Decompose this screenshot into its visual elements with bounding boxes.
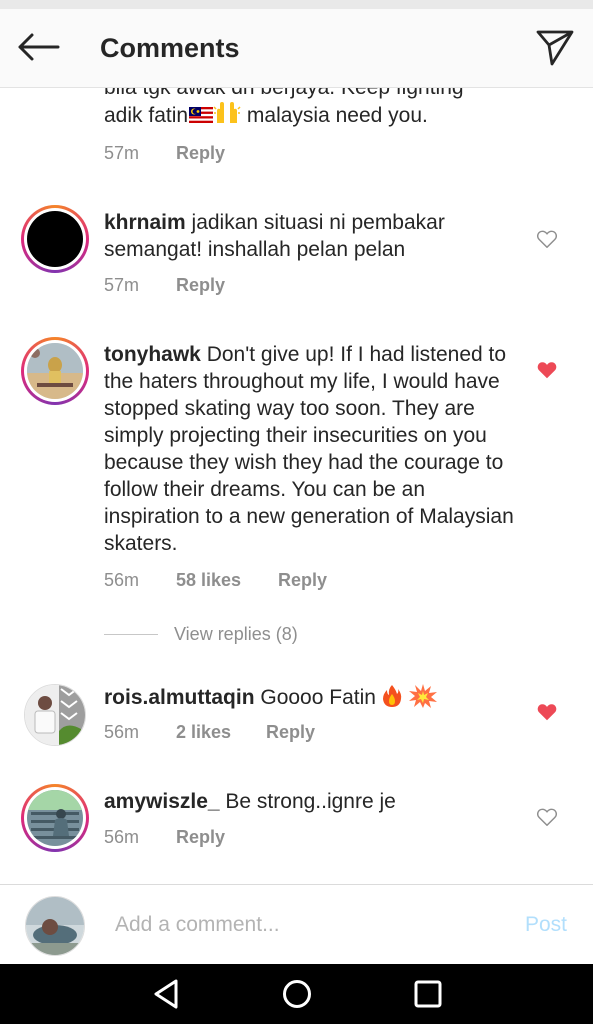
comment-meta: 56m 58 likes Reply xyxy=(104,569,327,591)
comment-text: amywiszle_ Be strong..ignre je xyxy=(104,788,514,815)
reply-button[interactable]: Reply xyxy=(266,721,315,743)
comment-time: 57m xyxy=(104,143,140,163)
send-icon xyxy=(536,30,574,66)
comment-time: 56m xyxy=(104,570,140,590)
avatar[interactable] xyxy=(24,684,86,746)
fire-emoji-icon xyxy=(382,685,401,707)
home-circle-icon xyxy=(283,980,311,1008)
comment-meta: 57m Reply xyxy=(104,274,225,296)
avatar-image xyxy=(27,343,83,399)
comments-list[interactable]: bila tgk awak dh berjaya. Keep fighting … xyxy=(0,88,593,884)
home-nav-button[interactable] xyxy=(279,976,315,1012)
back-arrow-icon xyxy=(18,33,60,61)
avatar[interactable] xyxy=(21,784,89,852)
comment-body: Be strong..ignre je xyxy=(219,790,396,813)
view-replies-button[interactable]: View replies (8) xyxy=(104,624,298,645)
comment-time: 56m xyxy=(104,722,140,742)
direct-message-button[interactable] xyxy=(533,27,577,67)
username[interactable]: rois.almuttaqin xyxy=(104,686,255,709)
comment-text: rois.almuttaqin Goooo Fatin xyxy=(104,683,514,711)
like-heart-outline-icon[interactable] xyxy=(536,228,558,250)
comment-text-line: bila tgk awak dh berjaya. Keep fighting xyxy=(104,88,464,99)
avatar[interactable] xyxy=(21,337,89,405)
android-nav-bar xyxy=(0,964,593,1024)
comment-composer: Post xyxy=(0,884,593,964)
header: Comments xyxy=(0,9,593,88)
recents-square-icon xyxy=(414,980,442,1008)
divider xyxy=(104,634,158,635)
reply-button[interactable]: Reply xyxy=(176,142,225,164)
malaysia-flag-icon xyxy=(189,107,214,123)
reply-button[interactable]: Reply xyxy=(278,569,327,591)
status-bar xyxy=(0,0,593,9)
comment-time: 56m xyxy=(104,827,140,847)
view-replies-label: View replies (8) xyxy=(174,624,298,644)
back-triangle-icon xyxy=(154,979,178,1009)
username[interactable]: amywiszle_ xyxy=(104,790,220,813)
back-nav-button[interactable] xyxy=(148,976,184,1012)
username[interactable]: tonyhawk xyxy=(104,343,201,366)
my-avatar xyxy=(25,896,85,956)
recents-nav-button[interactable] xyxy=(410,976,446,1012)
like-heart-filled-icon[interactable] xyxy=(536,359,558,381)
collision-emoji-icon xyxy=(408,684,437,708)
comment-text-line: adik fatin xyxy=(104,104,189,127)
page-title: Comments xyxy=(100,33,240,63)
reply-button[interactable]: Reply xyxy=(176,826,225,848)
comment-body: Goooo Fatin xyxy=(254,686,382,709)
comment-text-line: malaysia need you. xyxy=(241,104,428,127)
comment-text: khrnaim jadikan situasi ni pembakar sema… xyxy=(104,209,504,263)
comment-time: 57m xyxy=(104,275,140,295)
reply-button[interactable]: Reply xyxy=(176,274,225,296)
avatar-image xyxy=(27,790,83,846)
comment-body: Don't give up! If I had listened to the … xyxy=(104,343,514,555)
avatar[interactable] xyxy=(21,205,89,273)
raised-hands-emoji-icon xyxy=(213,102,241,123)
like-heart-outline-icon[interactable] xyxy=(536,806,558,828)
back-button[interactable] xyxy=(14,29,62,65)
avatar-image xyxy=(27,211,83,267)
comment-meta: 57m Reply xyxy=(104,142,225,164)
comment-text: tonyhawk Don't give up! If I had listene… xyxy=(104,341,514,557)
comment-meta: 56m 2 likes Reply xyxy=(104,721,315,743)
likes-count[interactable]: 58 likes xyxy=(176,569,278,591)
comment-text: bila tgk awak dh berjaya. Keep fighting … xyxy=(104,88,514,129)
likes-count[interactable]: 2 likes xyxy=(176,721,266,743)
post-button[interactable]: Post xyxy=(525,913,567,937)
username[interactable]: khrnaim xyxy=(104,211,186,234)
like-heart-filled-icon[interactable] xyxy=(536,701,558,723)
comment-meta: 56m Reply xyxy=(104,826,225,848)
comment-input[interactable] xyxy=(115,911,495,939)
